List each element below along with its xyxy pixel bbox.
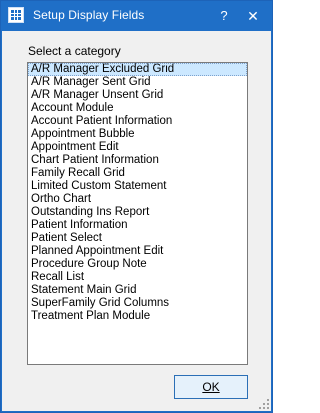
list-item[interactable]: Account Patient Information	[28, 115, 247, 128]
app-grid-icon	[8, 7, 24, 23]
resize-grip-icon[interactable]	[259, 399, 269, 409]
list-item[interactable]: Account Module	[28, 102, 247, 115]
window-title: Setup Display Fields	[33, 8, 145, 22]
list-item[interactable]: SuperFamily Grid Columns	[28, 297, 247, 310]
category-listbox[interactable]: A/R Manager Excluded Grid A/R Manager Sen…	[27, 62, 248, 365]
list-item[interactable]: Recall List	[28, 271, 247, 284]
list-item[interactable]: A/R Manager Sent Grid	[28, 76, 247, 89]
list-item[interactable]: A/R Manager Excluded Grid	[28, 63, 247, 76]
ok-button-label: OK	[202, 380, 220, 394]
list-item[interactable]: Ortho Chart	[28, 193, 247, 206]
list-item[interactable]: Appointment Bubble	[28, 128, 247, 141]
dialog-body: Select a category A/R Manager Excluded G…	[2, 31, 271, 411]
list-item[interactable]: Statement Main Grid	[28, 284, 247, 297]
list-item[interactable]: Procedure Group Note	[28, 258, 247, 271]
setup-display-fields-window: Setup Display Fields ? ✕ Select a catego…	[0, 0, 273, 413]
list-item[interactable]: Planned Appointment Edit	[28, 245, 247, 258]
list-item[interactable]: Patient Information	[28, 219, 247, 232]
list-item[interactable]: Limited Custom Statement	[28, 180, 247, 193]
list-item[interactable]: Treatment Plan Module	[28, 310, 247, 323]
title-bar[interactable]: Setup Display Fields ? ✕	[1, 1, 272, 31]
ok-button[interactable]: OK	[174, 375, 248, 399]
list-item[interactable]: Outstanding Ins Report	[28, 206, 247, 219]
list-item[interactable]: Patient Select	[28, 232, 247, 245]
list-item[interactable]: Chart Patient Information	[28, 154, 247, 167]
list-item[interactable]: Appointment Edit	[28, 141, 247, 154]
list-item[interactable]: A/R Manager Unsent Grid	[28, 89, 247, 102]
category-label: Select a category	[28, 44, 121, 58]
list-item[interactable]: Family Recall Grid	[28, 167, 247, 180]
close-button[interactable]: ✕	[244, 7, 262, 25]
help-button[interactable]: ?	[215, 7, 233, 25]
